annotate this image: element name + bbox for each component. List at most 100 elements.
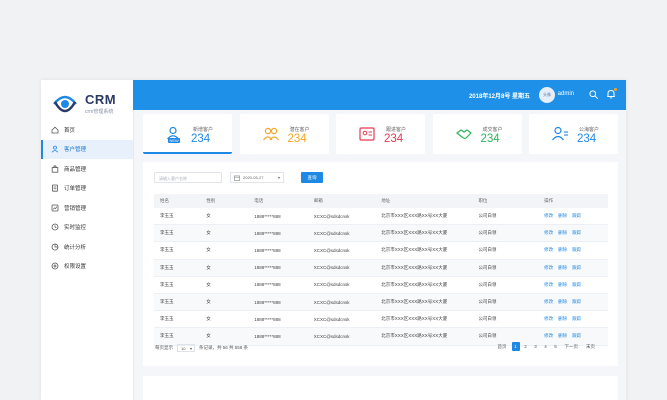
track-link[interactable]: 跟踪	[572, 265, 581, 270]
sidebar-item-label: 权限设置	[64, 264, 87, 271]
sidebar-item-7[interactable]: 权限设置	[41, 257, 133, 277]
stat-card-value: 234	[577, 133, 597, 145]
row-actions: 修改 删除 跟踪	[538, 224, 608, 243]
delete-link[interactable]: 删除	[558, 333, 567, 338]
next-page-link[interactable]: 下一页	[562, 342, 582, 351]
stat-card-label: 跟进客户	[386, 127, 407, 133]
monitor-icon	[51, 223, 59, 231]
new-badge: NEW	[168, 138, 181, 143]
page-link-3[interactable]: 3	[532, 342, 540, 351]
current-date: 2018年12月8号 星期五	[468, 94, 530, 100]
sidebar-item-3[interactable]: 订单管理	[41, 179, 133, 199]
record-summary: 条记录，共 56 共 558 条	[199, 345, 249, 350]
table-cell: 1888*****888	[248, 241, 308, 260]
sidebar-item-1[interactable]: 客户管理	[41, 139, 133, 159]
delete-link[interactable]: 删除	[558, 316, 567, 321]
table-body: 李玉玉女 1888*****888 XCXC@sdsdcnsk 北京市XXX区XXX路…	[154, 208, 608, 346]
secondary-panel	[143, 376, 618, 400]
calendar-icon	[234, 175, 240, 181]
table-cell: 李玉玉	[154, 224, 201, 243]
delete-link[interactable]: 删除	[558, 247, 567, 252]
column-header: 电话	[248, 194, 308, 208]
table-cell: 1888*****888	[248, 224, 308, 243]
stat-card-label: 成交客户	[482, 127, 503, 133]
stat-card-2[interactable]: 跟进客户 234	[336, 114, 425, 154]
delete-link[interactable]: 删除	[558, 299, 567, 304]
per-page-select[interactable]: 10 ▾	[177, 344, 195, 352]
stat-card-0[interactable]: NEW 新增客户 234	[143, 114, 232, 154]
table-cell: 女	[200, 224, 249, 243]
row-actions: 修改 删除 跟踪	[538, 276, 608, 294]
page-link-4[interactable]: 4	[542, 342, 550, 351]
page-link-2[interactable]: 2	[522, 342, 530, 351]
handshake-icon	[455, 129, 472, 139]
column-header: 姓名	[154, 194, 201, 208]
stat-card-value: 234	[384, 133, 404, 145]
edit-link[interactable]: 修改	[544, 213, 553, 218]
table-cell: 公司白领	[472, 276, 539, 294]
stat-card-value: 234	[191, 133, 211, 145]
edit-link[interactable]: 修改	[544, 333, 553, 338]
logo-eye-icon	[53, 95, 77, 113]
avatar[interactable]: 头像	[539, 87, 555, 103]
track-link[interactable]: 跟踪	[572, 230, 581, 235]
track-link[interactable]: 跟踪	[572, 316, 581, 321]
table-row: 李玉玉女 1888*****888 XCXC@sdsdcnsk 北京市XXX区XXX路…	[154, 224, 608, 243]
page-link-1[interactable]: 1	[511, 342, 520, 351]
track-link[interactable]: 跟踪	[572, 247, 581, 252]
track-link[interactable]: 跟踪	[572, 282, 581, 287]
sidebar-nav: 首页 客户管理 商品管理 订单管理 营销管理 实时监控 统计分析权限设置	[41, 120, 133, 276]
sidebar-item-5[interactable]: 实时监控	[41, 218, 133, 238]
table-cell: 1888*****888	[248, 276, 308, 294]
customer-search-input[interactable]: 请输入客户名称	[154, 172, 222, 183]
first-page-link[interactable]: 首页	[495, 342, 510, 351]
table-cell: 女	[200, 241, 249, 260]
edit-link[interactable]: 修改	[544, 265, 553, 270]
stat-card-3[interactable]: 成交客户 234	[432, 114, 522, 154]
delete-link[interactable]: 删除	[558, 213, 567, 218]
edit-link[interactable]: 修改	[544, 316, 553, 321]
column-header: 地址	[375, 194, 473, 208]
delete-link[interactable]: 删除	[558, 230, 567, 235]
page-link-5[interactable]: 5	[552, 342, 560, 351]
stat-card-1[interactable]: 潜在客户 234	[239, 114, 329, 154]
edit-link[interactable]: 修改	[544, 282, 553, 287]
bag-icon	[51, 165, 59, 173]
table-cell: XCXC@sdsdcnsk	[307, 259, 376, 277]
track-link[interactable]: 跟踪	[572, 213, 581, 218]
last-page-link[interactable]: 末页	[583, 342, 598, 351]
per-page-value: 10	[181, 346, 186, 351]
table-row: 李玉玉女 1888*****888 XCXC@sdsdcnsk 北京市XXX区XXX路…	[154, 276, 608, 294]
stat-card-4[interactable]: 公海客户 234	[529, 114, 618, 154]
table-cell: 女	[200, 310, 249, 329]
delete-link[interactable]: 删除	[558, 282, 567, 287]
edit-link[interactable]: 修改	[544, 230, 553, 235]
table-cell: 李玉玉	[154, 310, 201, 329]
sidebar-item-2[interactable]: 商品管理	[41, 159, 133, 179]
search-icon[interactable]	[589, 90, 598, 99]
brand-name: CRM	[85, 92, 117, 107]
edit-link[interactable]: 修改	[544, 299, 553, 304]
track-link[interactable]: 跟踪	[572, 299, 581, 304]
stats-icon	[51, 243, 59, 251]
app-window: CRM crm管理系统 首页 客户管理 商品管理 订单管理 营销管理 实时监控 统计分析 权限…	[41, 80, 626, 400]
edit-link[interactable]: 修改	[544, 247, 553, 252]
track-link[interactable]: 跟踪	[572, 333, 581, 338]
chart-icon	[51, 204, 59, 212]
table-cell: 公司白领	[472, 241, 539, 260]
table-cell: 李玉玉	[154, 276, 201, 294]
username[interactable]: admin	[558, 91, 574, 97]
sidebar-item-4[interactable]: 营销管理	[41, 198, 133, 218]
table-row: 李玉玉女 1888*****888 XCXC@sdsdcnsk 北京市XXX区XXX路…	[154, 259, 608, 277]
stat-card-label: 公海客户	[579, 127, 600, 133]
sidebar-item-6[interactable]: 统计分析	[41, 237, 133, 257]
date-picker[interactable]: 2020-05-27 ▾	[230, 172, 284, 183]
query-button[interactable]: 查询	[301, 172, 323, 183]
sidebar-item-0[interactable]: 首页	[41, 120, 133, 140]
delete-link[interactable]: 删除	[558, 265, 567, 270]
table-cell: 1888*****888	[248, 259, 308, 277]
user-icon	[51, 145, 59, 153]
stat-card-label: 新增客户	[193, 127, 214, 133]
date-value: 2020-05-27	[243, 175, 264, 180]
chevron-down-icon: ▾	[189, 346, 192, 351]
